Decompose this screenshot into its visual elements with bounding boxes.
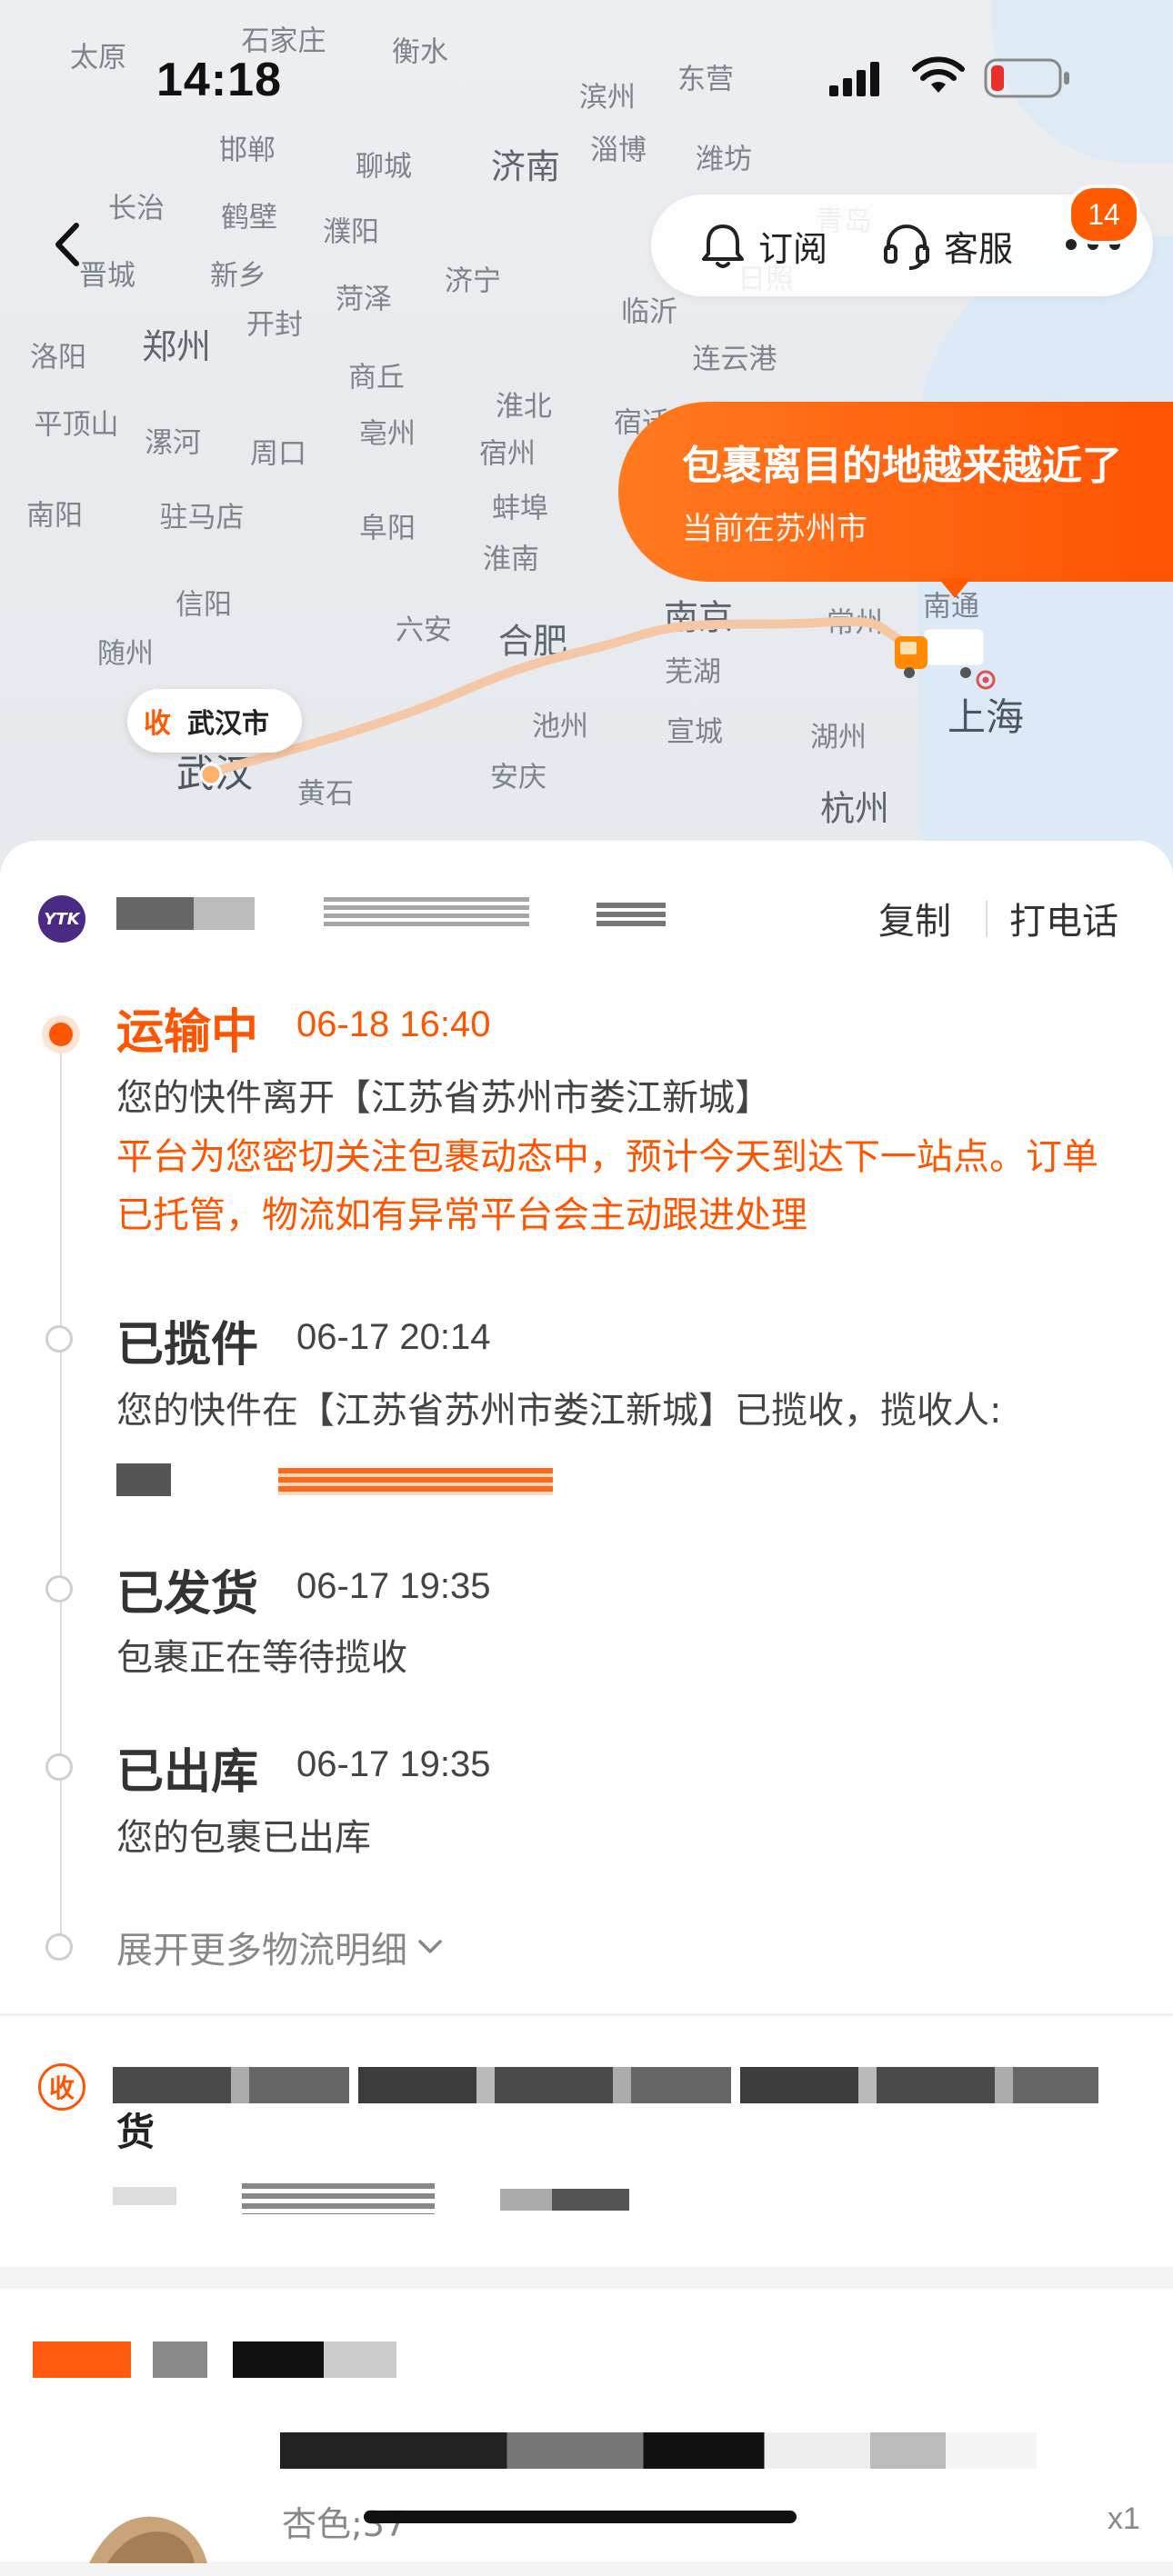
event-description: 包裹正在等待揽收	[116, 1637, 407, 1679]
timeline-line	[60, 1036, 62, 1945]
event-status: 已出库	[116, 1745, 259, 1800]
callout-pointer	[938, 578, 971, 598]
product-title-redacted	[280, 2432, 1037, 2469]
timeline-dot-active	[42, 1015, 80, 1053]
destination-name: 武汉市	[187, 708, 269, 740]
event-description: 您的快件在【江苏省苏州市娄江新城】已揽收，揽收人:	[116, 1390, 1002, 1432]
shop-name-redacted	[33, 2341, 396, 2378]
subscribe-button[interactable]: 订阅	[700, 195, 827, 296]
event-platform-note: 平台为您密切关注包裹动态中，预计今天到达下一站点。订单已托管，物流如有异常平台会…	[116, 1136, 1098, 1236]
chevron-left-icon	[55, 223, 79, 266]
tracking-number-redacted	[116, 897, 255, 930]
event-time: 06-17 19:35	[296, 1566, 491, 1606]
status-callout: 包裹离目的地越来越近了 当前在苏州市	[618, 402, 1173, 582]
event-status: 已发货	[116, 1567, 259, 1622]
event-time: 06-17 19:35	[296, 1744, 491, 1784]
product-thumbnail[interactable]	[80, 2500, 216, 2572]
event-description: 您的快件离开【江苏省苏州市娄江新城】	[116, 1077, 771, 1119]
event-status: 运输中	[116, 1005, 259, 1060]
signal-icon	[829, 60, 882, 100]
home-indicator[interactable]	[364, 2511, 797, 2523]
event-status: 已揽件	[116, 1318, 259, 1373]
callout-subtitle: 当前在苏州市	[682, 511, 867, 547]
timeline-dot	[45, 1933, 73, 1961]
recipient-redacted	[113, 2187, 176, 2205]
address-card[interactable]: 收 货	[0, 2014, 1173, 2267]
event-time: 06-18 16:40	[296, 1004, 491, 1044]
tracking-number-redacted	[597, 903, 666, 926]
status-time: 14:18	[156, 54, 282, 106]
divider	[986, 901, 988, 937]
logistics-card: YTK 复制 打电话 运输中 06-18 16:40 您的快件离开【江苏省苏州市…	[0, 841, 1173, 2013]
call-button[interactable]: 打电话	[1009, 892, 1118, 944]
copy-button[interactable]: 复制	[878, 892, 951, 944]
truck-icon	[889, 618, 989, 682]
recipient-redacted	[242, 2183, 435, 2214]
expand-label: 展开更多物流明细	[116, 1930, 407, 1972]
event-time: 06-17 20:14	[296, 1317, 491, 1357]
battery-icon	[984, 58, 1071, 102]
carrier-logo: YTK	[38, 895, 85, 943]
callout-title: 包裹离目的地越来越近了	[682, 443, 1122, 489]
subscribe-label: 订阅	[758, 228, 828, 269]
headset-icon	[884, 225, 929, 270]
chevron-down-icon	[418, 1940, 442, 1953]
expand-details-button[interactable]: 展开更多物流明细	[116, 1921, 446, 1973]
back-button[interactable]	[42, 213, 96, 276]
event-description: 您的包裹已出库	[116, 1817, 371, 1859]
courier-name-redacted	[116, 1463, 171, 1496]
recipient-redacted	[500, 2189, 629, 2211]
receive-icon: 收	[38, 2063, 85, 2111]
destination-pin[interactable]: 收 武汉市	[127, 689, 302, 753]
customer-service-button[interactable]: 客服	[882, 195, 1013, 296]
service-label: 客服	[944, 228, 1014, 269]
tracking-number-redacted	[324, 897, 529, 930]
receive-badge: 收	[144, 708, 171, 740]
courier-phone-redacted[interactable]	[278, 1468, 553, 1495]
logistics-map[interactable]: 石家庄衡水太原东营滨州邯郸淄博潍坊聊城长治鹤壁青岛晋城新乡濮阳济宁日照开封菏泽临…	[0, 0, 1173, 873]
bell-icon	[702, 225, 744, 268]
address-tail: 货	[116, 2110, 155, 2154]
message-badge: 14	[1068, 185, 1140, 245]
product-quantity: x1	[1108, 2501, 1140, 2536]
wifi-icon	[911, 56, 966, 100]
timeline-dot	[45, 1753, 73, 1781]
timeline-dot	[45, 1325, 73, 1353]
timeline-dot	[45, 1575, 73, 1603]
address-redacted	[113, 2067, 1098, 2103]
